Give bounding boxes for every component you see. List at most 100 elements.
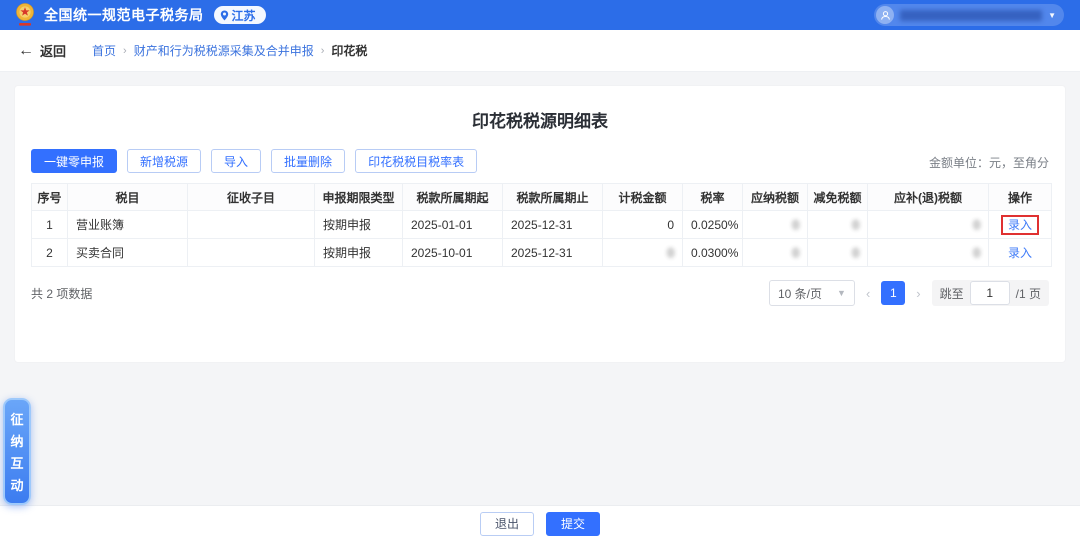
column-header: 计税金额 (603, 184, 683, 211)
cell-taxable_amount: 0 (603, 211, 683, 239)
location-label: 江苏 (232, 7, 256, 24)
cell-period_end: 2025-12-31 (503, 211, 603, 239)
prev-page-button[interactable]: ‹ (863, 286, 873, 301)
app-title: 全国统一规范电子税务局 (44, 5, 204, 25)
cell-value: 0 (973, 218, 980, 232)
cell-value: 按期申报 (323, 218, 371, 232)
cell-period_start: 2025-10-01 (403, 239, 503, 267)
cell-value: 2025-12-31 (511, 218, 572, 232)
user-name-redacted (900, 10, 1042, 21)
cell-value: 买卖合同 (76, 246, 124, 260)
action-cell: 录入 (989, 239, 1052, 267)
column-header: 征收子目 (188, 184, 315, 211)
side-tab-char: 纳 (10, 431, 23, 450)
column-header: 税款所属期起 (403, 184, 503, 211)
side-tab-char: 征 (10, 409, 23, 428)
user-avatar-icon (876, 6, 894, 24)
breadcrumb-item: 印花税 (331, 42, 367, 59)
cell-value: 0 (792, 218, 799, 232)
cell-value: 0.0250% (691, 218, 738, 232)
toolbar-button[interactable]: 导入 (211, 149, 261, 173)
cell-value: 1 (46, 218, 53, 232)
back-button[interactable]: ← 返回 (18, 41, 66, 60)
app-header: 全国统一规范电子税务局 江苏 ▼ (0, 0, 1080, 30)
column-header: 申报期限类型 (315, 184, 403, 211)
column-header: 应补(退)税额 (868, 184, 989, 211)
breadcrumb-bar: ← 返回 首页 › 财产和行为税税源采集及合并申报 › 印花税 (0, 30, 1080, 72)
page-size-value: 10 条/页 (778, 285, 822, 302)
exit-button[interactable]: 退出 (480, 512, 534, 536)
back-label: 返回 (40, 41, 66, 60)
cell-value: 0.0300% (691, 246, 738, 260)
breadcrumb-separator-icon: › (321, 45, 325, 57)
side-tab-char: 互 (10, 453, 23, 472)
column-header: 税率 (683, 184, 743, 211)
cell-period_type: 按期申报 (315, 211, 403, 239)
cell-period_end: 2025-12-31 (503, 239, 603, 267)
column-header: 减免税额 (808, 184, 868, 211)
cell-reduction: 0 (808, 239, 868, 267)
cell-taxable_amount: 0 (603, 239, 683, 267)
page-jump: 跳至 /1 页 (932, 280, 1049, 306)
pager-controls: 10 条/页 ▼ ‹ 1 › 跳至 /1 页 (769, 280, 1049, 306)
submit-button[interactable]: 提交 (546, 512, 600, 536)
table-row: 1 营业账簿 按期申报 2025-01-01 2025-12-31 0 0.0250% 0 0 0… (32, 211, 1052, 239)
cell-seq: 2 (32, 239, 68, 267)
entry-link[interactable]: 录入 (1008, 218, 1032, 232)
toolbar-button[interactable]: 印花税税目税率表 (355, 149, 477, 173)
cell-rate: 0.0250% (683, 211, 743, 239)
current-page-button[interactable]: 1 (881, 281, 905, 305)
cell-supplement: 0 (868, 211, 989, 239)
side-tab-char: 动 (10, 475, 23, 494)
main-area: 印花税税源明细表 一键零申报新增税源导入批量删除印花税税目税率表金额单位：元，至… (0, 72, 1080, 505)
page-size-select[interactable]: 10 条/页 ▼ (769, 280, 855, 306)
toolbar-button[interactable]: 新增税源 (127, 149, 201, 173)
toolbar: 一键零申报新增税源导入批量删除印花税税目税率表金额单位：元，至角分 (31, 149, 1049, 173)
cell-seq: 1 (32, 211, 68, 239)
cell-value: 2025-12-31 (511, 246, 572, 260)
cell-tax_item: 买卖合同 (68, 239, 188, 267)
toolbar-button[interactable]: 一键零申报 (31, 149, 117, 173)
cell-tax_item: 营业账簿 (68, 211, 188, 239)
location-badge[interactable]: 江苏 (214, 6, 266, 24)
cell-supplement: 0 (868, 239, 989, 267)
cell-value: 0 (973, 246, 980, 260)
column-header: 应纳税额 (743, 184, 808, 211)
user-account-menu[interactable]: ▼ (874, 4, 1064, 26)
table-row: 2 买卖合同 按期申报 2025-10-01 2025-12-31 0 0.0300% 0 0 0… (32, 239, 1052, 267)
tax-source-table: 序号税目征收子目申报期限类型税款所属期起税款所属期止计税金额税率应纳税额减免税额… (31, 183, 1052, 267)
cell-value: 按期申报 (323, 246, 371, 260)
jump-label: 跳至 (940, 285, 964, 302)
tax-bureau-logo-icon (14, 3, 36, 27)
breadcrumb-separator-icon: › (123, 45, 127, 57)
cell-value: 营业账簿 (76, 218, 124, 232)
cell-value: 2025-01-01 (411, 218, 472, 232)
cell-value: 0 (852, 218, 859, 232)
breadcrumb: 首页 › 财产和行为税税源采集及合并申报 › 印花税 (92, 42, 367, 59)
cell-reduction: 0 (808, 211, 868, 239)
cell-tax_payable: 0 (743, 211, 808, 239)
cell-period_type: 按期申报 (315, 239, 403, 267)
cell-period_start: 2025-01-01 (403, 211, 503, 239)
cell-value: 2 (46, 246, 53, 260)
breadcrumb-item[interactable]: 首页 (92, 42, 116, 59)
total-pages-label: /1 页 (1016, 285, 1041, 302)
cell-value: 0 (792, 246, 799, 260)
table-header-row: 序号税目征收子目申报期限类型税款所属期起税款所属期止计税金额税率应纳税额减免税额… (32, 184, 1052, 211)
back-arrow-icon: ← (18, 43, 34, 59)
entry-link[interactable]: 录入 (1008, 246, 1032, 260)
location-pin-icon (220, 10, 229, 21)
cell-rate: 0.0300% (683, 239, 743, 267)
toolbar-button[interactable]: 批量删除 (271, 149, 345, 173)
jump-page-input[interactable] (970, 281, 1010, 305)
column-header: 操作 (989, 184, 1052, 211)
tax-interaction-side-tab[interactable]: 征纳互动 (3, 398, 31, 505)
highlight-annotation-box: 录入 (1001, 215, 1039, 235)
cell-value: 0 (852, 246, 859, 260)
chevron-down-icon[interactable]: ▼ (1048, 11, 1056, 20)
pagination-bar: 共 2 项数据 10 条/页 ▼ ‹ 1 › 跳至 /1 页 (31, 280, 1049, 306)
cell-sub_item (188, 211, 315, 239)
action-cell: 录入 (989, 211, 1052, 239)
next-page-button[interactable]: › (913, 286, 923, 301)
breadcrumb-item[interactable]: 财产和行为税税源采集及合并申报 (134, 42, 314, 59)
